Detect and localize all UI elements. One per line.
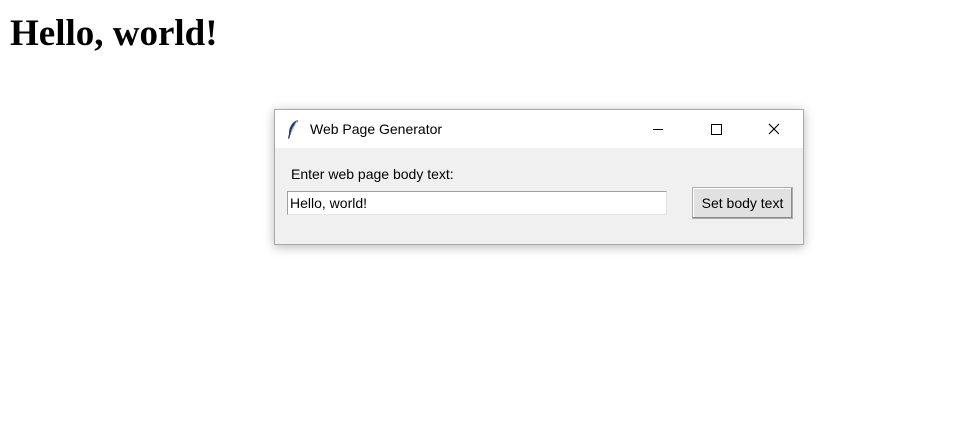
page-heading: Hello, world! — [10, 13, 218, 54]
minimize-icon — [653, 129, 663, 130]
feather-icon — [286, 119, 300, 139]
window-title: Web Page Generator — [310, 121, 443, 137]
close-button[interactable] — [745, 110, 803, 148]
set-body-text-button[interactable]: Set body text — [692, 187, 793, 219]
body-text-label: Enter web page body text: — [291, 166, 454, 182]
window-titlebar[interactable]: Web Page Generator — [275, 110, 803, 148]
close-icon — [768, 123, 780, 135]
maximize-icon — [711, 124, 722, 135]
body-text-input[interactable] — [287, 191, 667, 215]
web-page-generator-window: Web Page Generator Enter web page body t… — [274, 109, 804, 245]
maximize-button[interactable] — [687, 110, 745, 148]
minimize-button[interactable] — [629, 110, 687, 148]
